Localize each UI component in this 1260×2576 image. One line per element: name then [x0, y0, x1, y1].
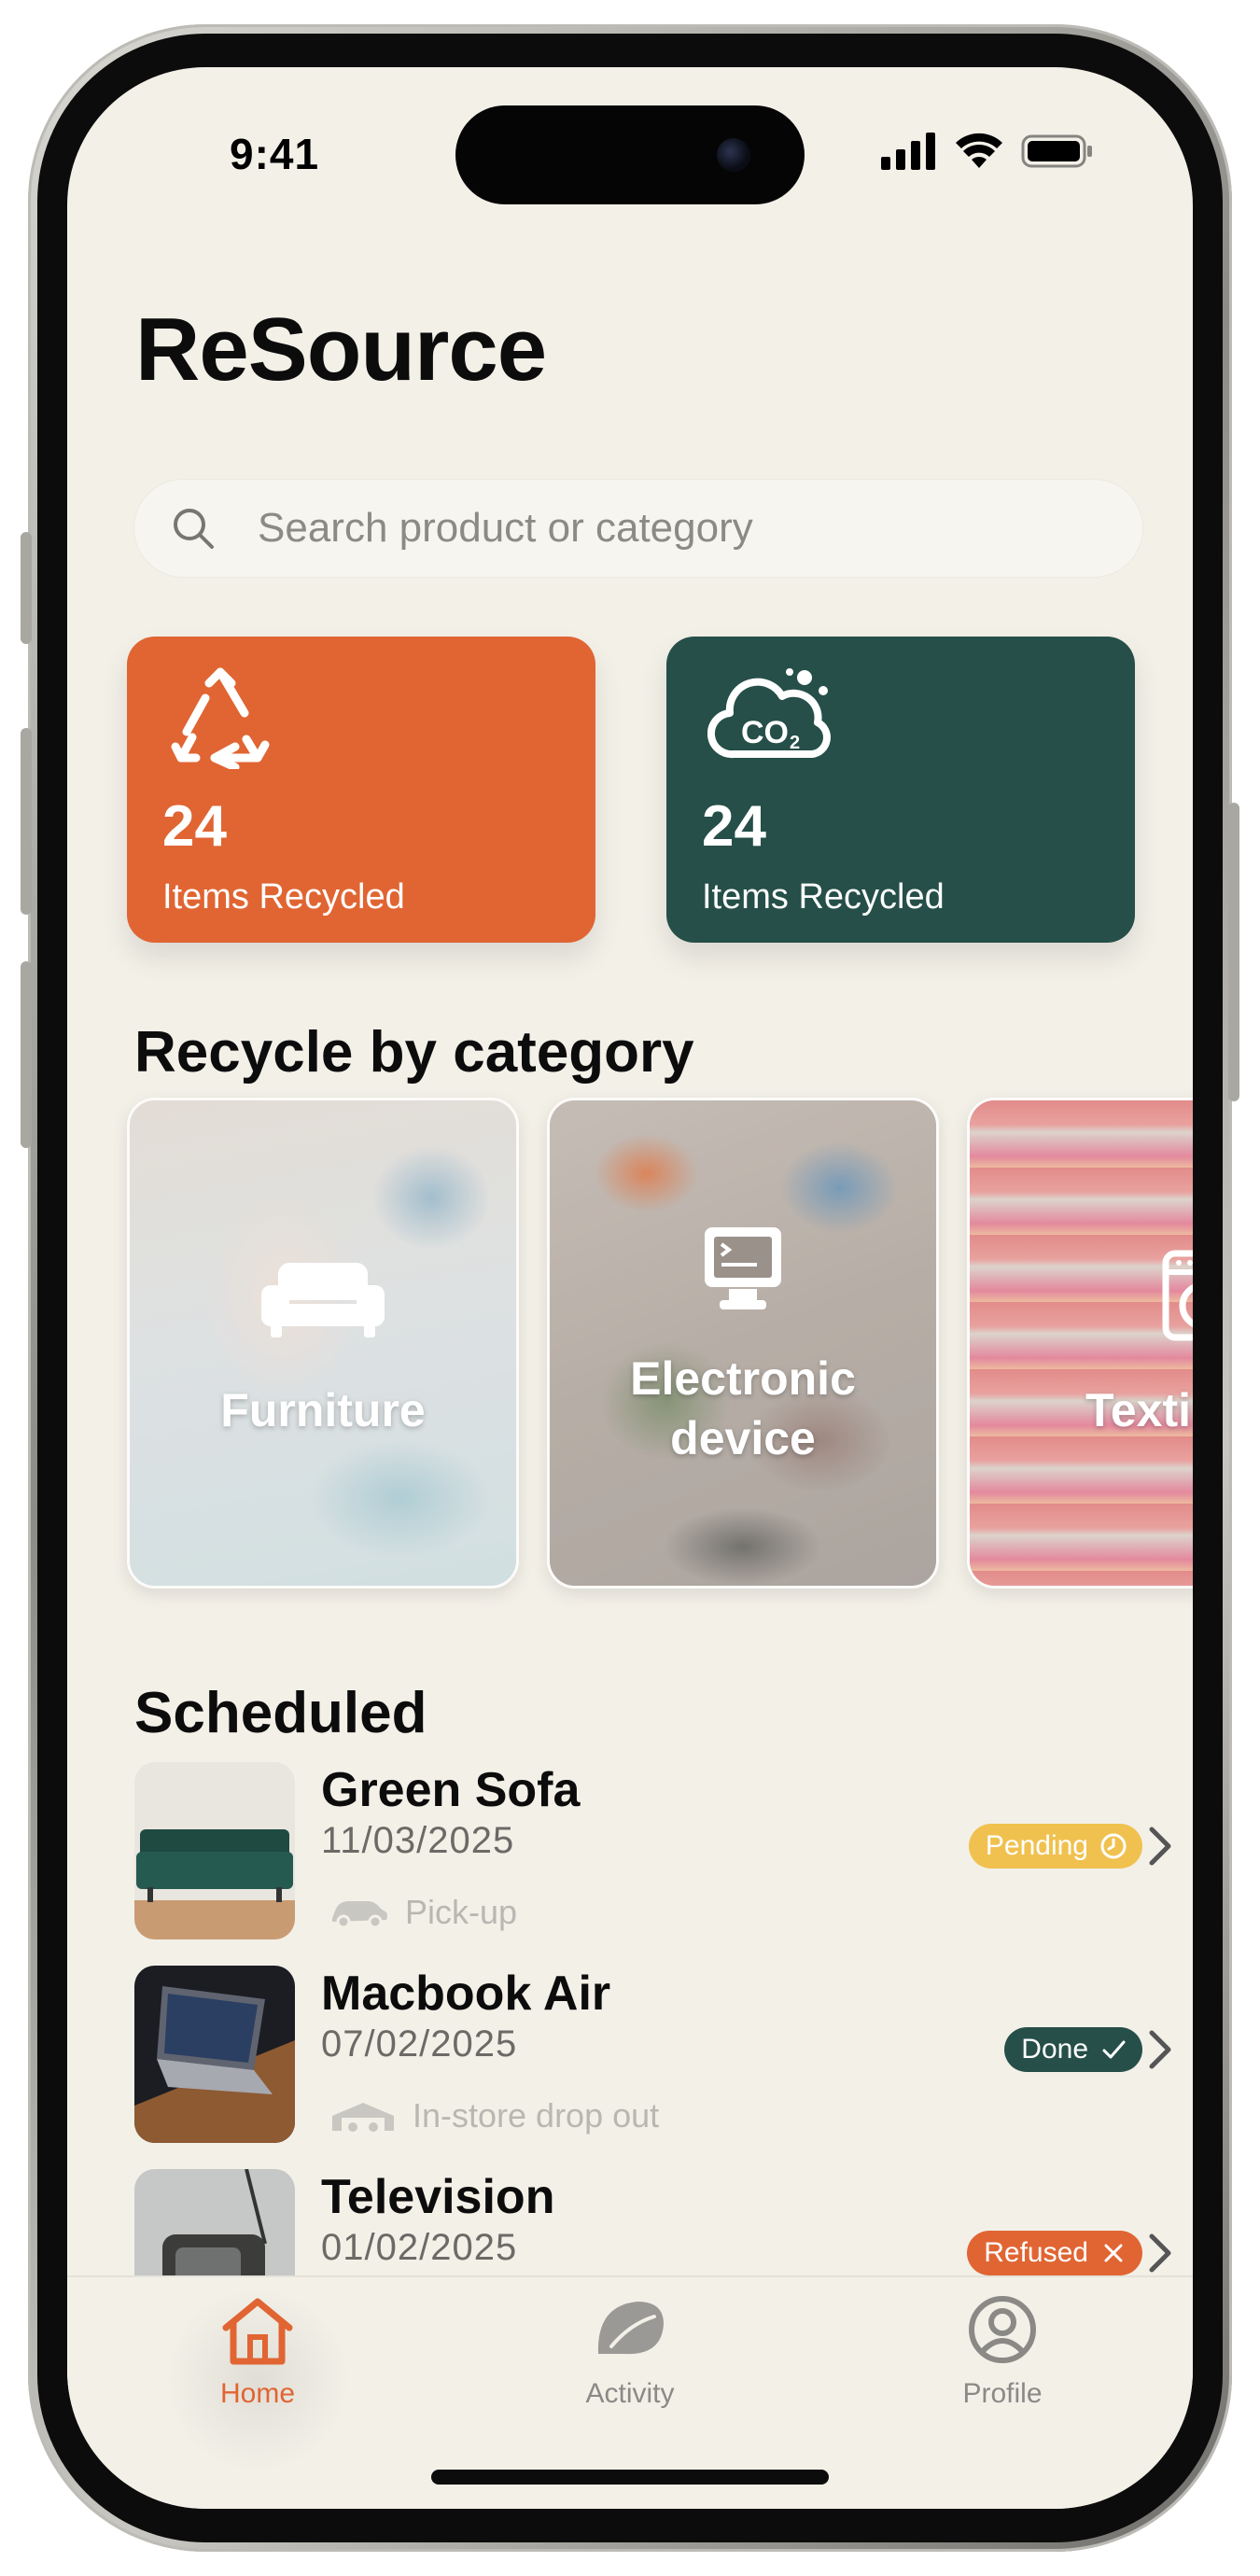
search-icon: [174, 509, 214, 549]
scheduled-item[interactable]: Macbook Air 07/02/2025 In-store drop out…: [134, 1966, 1180, 2143]
stat-value: 24: [162, 794, 227, 859]
item-name: Television: [321, 2170, 555, 2224]
category-label: Furniture: [220, 1384, 426, 1436]
item-method: Pick-up: [329, 1893, 517, 1932]
chevron-right-icon[interactable]: [1142, 2225, 1180, 2281]
tab-label: Profile: [962, 2378, 1043, 2409]
screen: 9:41 ReSource Search product or category…: [67, 67, 1193, 2509]
clock-icon: [1100, 1833, 1127, 1859]
tab-home[interactable]: Home: [146, 2277, 370, 2473]
status-badge: Refused: [967, 2231, 1142, 2275]
washing-machine-icon: [1162, 1250, 1193, 1341]
categories-section-title: Recycle by category: [134, 1020, 694, 1085]
app-title: ReSource: [135, 300, 547, 399]
stat-card-items-recycled[interactable]: 24 Items Recycled: [127, 637, 595, 943]
item-name: Green Sofa: [321, 1763, 581, 1817]
signal-icon: [881, 133, 935, 170]
store-icon: [332, 2103, 394, 2132]
svg-text:CO: CO: [741, 715, 789, 750]
tab-bar: Home Activity Profile: [67, 2275, 1193, 2509]
tab-label: Activity: [585, 2378, 675, 2409]
scheduled-section-title: Scheduled: [134, 1681, 427, 1745]
check-icon: [1102, 2040, 1126, 2059]
dynamic-island: [455, 105, 805, 204]
tab-label: Home: [219, 2378, 296, 2409]
leaf-icon: [597, 2302, 664, 2355]
recycle-icon: [171, 667, 270, 769]
chevron-right-icon[interactable]: [1142, 1818, 1180, 1874]
product-thumbnail: [134, 1762, 295, 1939]
status-badge: Done: [1004, 2027, 1142, 2072]
co2-cloud-icon: CO 2: [707, 668, 831, 759]
computer-icon: [705, 1227, 781, 1309]
category-label: Electronic device: [630, 1352, 856, 1464]
scheduled-item[interactable]: Green Sofa 11/03/2025 Pick-up Pending: [134, 1762, 1180, 1939]
wifi-icon: [956, 133, 1002, 168]
product-thumbnail: [134, 1966, 295, 2143]
search-bar[interactable]: [134, 480, 1142, 577]
stat-value: 24: [702, 794, 766, 859]
x-icon: [1104, 2244, 1123, 2262]
item-name: Macbook Air: [321, 1967, 611, 2021]
chevron-right-icon[interactable]: [1142, 2022, 1180, 2078]
sofa-icon: [261, 1263, 385, 1337]
stat-card-co2[interactable]: CO 2 24 Items Recycled: [666, 637, 1135, 943]
category-card-textile[interactable]: Texti: [967, 1098, 1193, 1589]
profile-icon: [969, 2296, 1036, 2363]
volume-down-button: [21, 961, 32, 1148]
home-indicator[interactable]: [431, 2470, 829, 2485]
status-time: 9:41: [230, 130, 320, 178]
item-date: 07/02/2025: [321, 2023, 518, 2065]
battery-icon: [1021, 134, 1092, 168]
search-input[interactable]: [256, 504, 1099, 553]
stat-label: Items Recycled: [702, 877, 945, 917]
tab-activity[interactable]: Activity: [518, 2277, 742, 2464]
status-badge: Pending: [968, 1824, 1142, 1869]
item-method: In-store drop out: [329, 2096, 659, 2135]
status-icons: [881, 133, 1096, 170]
item-date: 11/03/2025: [321, 1820, 515, 1861]
power-button: [1228, 803, 1239, 1101]
category-card-furniture[interactable]: Furniture: [127, 1098, 519, 1589]
action-button: [21, 532, 32, 644]
stat-label: Items Recycled: [162, 877, 405, 917]
category-label: Texti: [1085, 1384, 1191, 1436]
svg-text:2: 2: [790, 733, 800, 753]
tab-profile[interactable]: Profile: [890, 2277, 1114, 2464]
item-date: 01/02/2025: [321, 2227, 518, 2268]
volume-up-button: [21, 728, 32, 915]
home-icon: [222, 2298, 293, 2365]
category-card-electronic-device[interactable]: Electronic device: [547, 1098, 939, 1589]
car-icon: [332, 1901, 387, 1929]
